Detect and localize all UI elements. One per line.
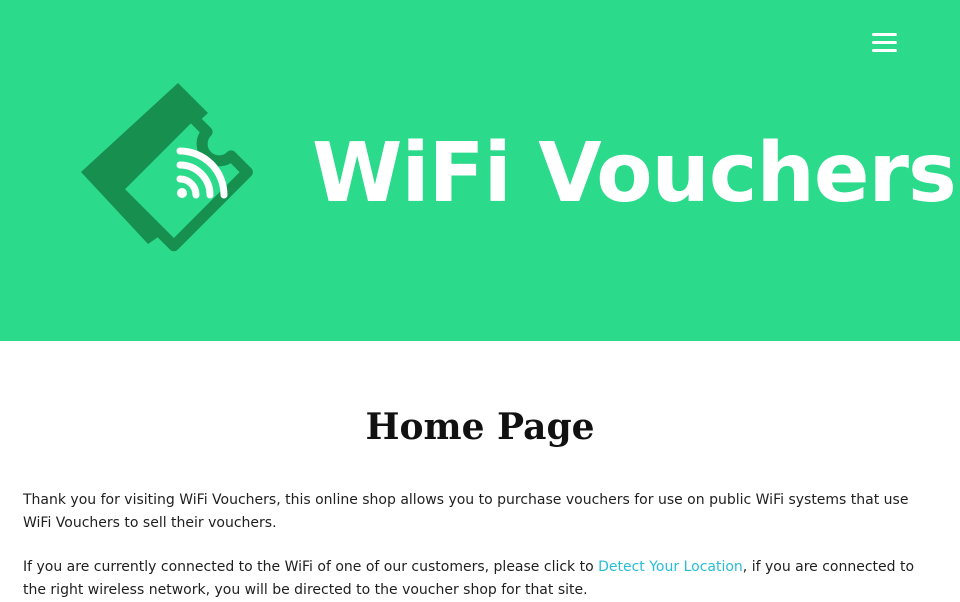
site-logo[interactable]: WiFi Vouchers bbox=[76, 78, 957, 268]
logo-text: WiFi Vouchers bbox=[312, 126, 957, 221]
main-content: Home Page Thank you for visiting WiFi Vo… bbox=[0, 341, 960, 600]
detect-text-before: If you are currently connected to the Wi… bbox=[23, 559, 599, 575]
site-header: WiFi Vouchers bbox=[0, 0, 960, 341]
wifi-ticket-icon bbox=[81, 83, 253, 252]
intro-paragraph: Thank you for visiting WiFi Vouchers, th… bbox=[23, 492, 909, 531]
hamburger-menu-icon[interactable] bbox=[866, 28, 904, 60]
page-title: Home Page bbox=[365, 406, 595, 448]
detect-location-link[interactable]: Detect Your Location bbox=[598, 559, 743, 575]
detect-paragraph: If you are currently connected to the Wi… bbox=[23, 556, 923, 602]
